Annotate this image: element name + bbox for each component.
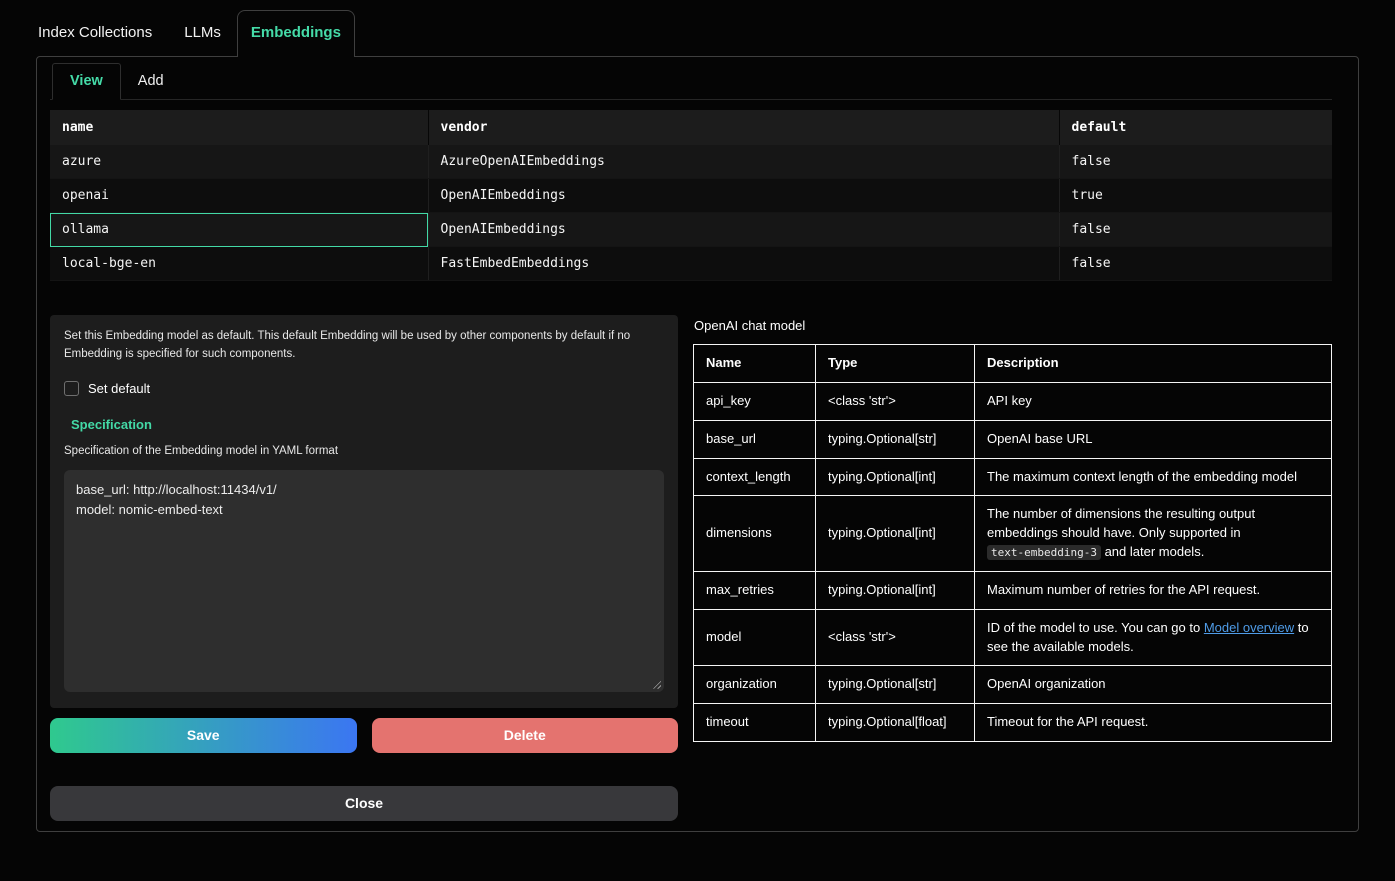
- param-name: timeout: [694, 704, 816, 742]
- tab-llms[interactable]: LLMs: [168, 10, 237, 56]
- default-description: Set this Embedding model as default. Thi…: [64, 327, 664, 364]
- set-default-label: Set default: [88, 381, 150, 396]
- column-header-name[interactable]: name: [50, 110, 428, 145]
- tab-index-collections[interactable]: Index Collections: [36, 10, 168, 56]
- subtab-add[interactable]: Add: [121, 64, 181, 99]
- action-buttons: Save Delete: [50, 718, 678, 753]
- cell-default: false: [1059, 213, 1332, 247]
- param-header-type: Type: [816, 345, 975, 383]
- param-description: ID of the model to use. You can go to Mo…: [975, 609, 1332, 666]
- save-button[interactable]: Save: [50, 718, 357, 753]
- specification-caption: Specification of the Embedding model in …: [64, 445, 664, 457]
- cell-name: local-bge-en: [50, 247, 428, 281]
- specification-heading: Specification: [71, 417, 664, 432]
- param-type: <class 'str'>: [816, 382, 975, 420]
- param-type: <class 'str'>: [816, 609, 975, 666]
- param-row-base-url: base_url typing.Optional[str] OpenAI bas…: [694, 420, 1332, 458]
- model-info-column: OpenAI chat model Name Type Description …: [693, 315, 1332, 821]
- param-row-context-length: context_length typing.Optional[int] The …: [694, 458, 1332, 496]
- yaml-editor-wrap: base_url: http://localhost:11434/v1/ mod…: [64, 470, 664, 692]
- param-type: typing.Optional[float]: [816, 704, 975, 742]
- default-settings-card: Set this Embedding model as default. Thi…: [50, 315, 678, 708]
- param-name: model: [694, 609, 816, 666]
- cell-default: true: [1059, 179, 1332, 213]
- param-description: API key: [975, 382, 1332, 420]
- param-name: dimensions: [694, 496, 816, 572]
- app-root: Index Collections LLMs Embeddings View A…: [0, 0, 1395, 832]
- column-header-vendor[interactable]: vendor: [428, 110, 1059, 145]
- embeddings-table-header-row: name vendor default: [50, 110, 1332, 145]
- cell-name: azure: [50, 145, 428, 179]
- model-overview-link[interactable]: Model overview: [1204, 620, 1294, 635]
- param-row-api-key: api_key <class 'str'> API key: [694, 382, 1332, 420]
- param-name: context_length: [694, 458, 816, 496]
- detail-area: Set this Embedding model as default. Thi…: [50, 315, 1332, 821]
- cell-name-selected: ollama: [50, 213, 428, 247]
- cell-vendor: OpenAIEmbeddings: [428, 179, 1059, 213]
- main-tabbar: Index Collections LLMs Embeddings: [36, 10, 1359, 56]
- yaml-editor[interactable]: base_url: http://localhost:11434/v1/ mod…: [64, 470, 664, 692]
- cell-vendor: OpenAIEmbeddings: [428, 213, 1059, 247]
- cell-name: openai: [50, 179, 428, 213]
- parameter-table-header-row: Name Type Description: [694, 345, 1332, 383]
- param-row-timeout: timeout typing.Optional[float] Timeout f…: [694, 704, 1332, 742]
- description-text: The number of dimensions the resulting o…: [987, 506, 1255, 540]
- param-type: typing.Optional[str]: [816, 666, 975, 704]
- param-type: typing.Optional[int]: [816, 458, 975, 496]
- embeddings-panel: View Add name vendor default azure Azure…: [36, 56, 1359, 832]
- cell-vendor: FastEmbedEmbeddings: [428, 247, 1059, 281]
- param-header-description: Description: [975, 345, 1332, 383]
- set-default-row: Set default: [64, 381, 664, 396]
- param-description: Timeout for the API request.: [975, 704, 1332, 742]
- inline-code: text-embedding-3: [987, 545, 1101, 560]
- table-row-ollama-selected[interactable]: ollama OpenAIEmbeddings false: [50, 213, 1332, 247]
- table-row-openai[interactable]: openai OpenAIEmbeddings true: [50, 179, 1332, 213]
- param-type: typing.Optional[int]: [816, 496, 975, 572]
- param-row-model: model <class 'str'> ID of the model to u…: [694, 609, 1332, 666]
- delete-button[interactable]: Delete: [372, 718, 679, 753]
- close-button[interactable]: Close: [50, 786, 678, 821]
- column-header-default[interactable]: default: [1059, 110, 1332, 145]
- tab-embeddings[interactable]: Embeddings: [237, 10, 355, 57]
- param-type: typing.Optional[int]: [816, 571, 975, 609]
- cell-vendor: AzureOpenAIEmbeddings: [428, 145, 1059, 179]
- param-name: max_retries: [694, 571, 816, 609]
- param-header-name: Name: [694, 345, 816, 383]
- table-row-azure[interactable]: azure AzureOpenAIEmbeddings false: [50, 145, 1332, 179]
- cell-default: false: [1059, 247, 1332, 281]
- param-name: api_key: [694, 382, 816, 420]
- edit-column: Set this Embedding model as default. Thi…: [50, 315, 678, 821]
- description-text: ID of the model to use. You can go to: [987, 620, 1204, 635]
- param-row-organization: organization typing.Optional[str] OpenAI…: [694, 666, 1332, 704]
- sub-tabbar: View Add: [50, 57, 1332, 100]
- param-row-max-retries: max_retries typing.Optional[int] Maximum…: [694, 571, 1332, 609]
- param-name: base_url: [694, 420, 816, 458]
- param-row-dimensions: dimensions typing.Optional[int] The numb…: [694, 496, 1332, 572]
- param-description: The number of dimensions the resulting o…: [975, 496, 1332, 572]
- cell-default: false: [1059, 145, 1332, 179]
- model-info-title: OpenAI chat model: [694, 318, 1332, 333]
- param-description: OpenAI base URL: [975, 420, 1332, 458]
- param-description: OpenAI organization: [975, 666, 1332, 704]
- param-name: organization: [694, 666, 816, 704]
- subtab-view[interactable]: View: [52, 63, 121, 100]
- parameter-table: Name Type Description api_key <class 'st…: [693, 344, 1332, 742]
- embeddings-table: name vendor default azure AzureOpenAIEmb…: [50, 110, 1332, 281]
- description-text: and later models.: [1101, 544, 1204, 559]
- param-description: The maximum context length of the embedd…: [975, 458, 1332, 496]
- table-row-local-bge-en[interactable]: local-bge-en FastEmbedEmbeddings false: [50, 247, 1332, 281]
- set-default-checkbox[interactable]: [64, 381, 79, 396]
- param-description: Maximum number of retries for the API re…: [975, 571, 1332, 609]
- param-type: typing.Optional[str]: [816, 420, 975, 458]
